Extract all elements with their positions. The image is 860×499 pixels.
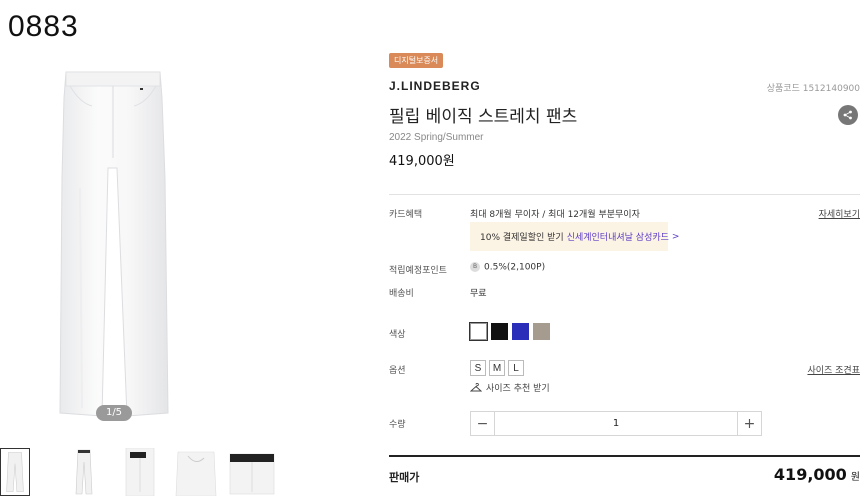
points-value-row: B 0.5%(2,100P) [470,262,545,273]
color-label: 색상 [389,330,406,340]
points-label: 적립예정포인트 [389,266,447,276]
digital-warranty-badge: 디지털보증서 [389,53,444,68]
pants-image [59,71,169,417]
thumbnail-1[interactable] [0,448,30,496]
product-title: 필립 베이직 스트레치 팬츠 [389,107,578,127]
thumbnail-4[interactable] [168,448,224,497]
color-swatches [469,322,550,341]
size-options: S M L [470,360,524,376]
divider [389,194,860,195]
product-info-panel: 디지털보증서 J.LINDEBERG 상품코드 1512140900 필립 베이… [389,0,860,499]
card-benefit-value: 최대 8개월 무이자 / 최대 12개월 부분무이자 [470,210,640,220]
promo-card-name: 신세계인터내셔날 삼성카드 [566,233,669,243]
product-price: 419,000원 [389,154,455,169]
size-guide-link[interactable]: 사이즈 조견표 [807,363,860,376]
quantity-decrease-button[interactable]: − [471,412,495,435]
color-swatch-white[interactable] [469,322,488,341]
brand-name[interactable]: J.LINDEBERG [389,79,481,93]
size-option-s[interactable]: S [470,360,486,376]
size-recommend-button[interactable]: 사이즈 추천 받기 [470,381,550,394]
product-code-heading: 0883 [8,10,79,43]
color-swatch-beige[interactable] [533,323,550,340]
quantity-stepper: − 1 + [470,411,762,436]
promo-text: 10% 결제일할인 받기 [480,233,564,243]
card-benefit-label: 카드혜택 [389,210,423,220]
total-price: 419,000 원 [774,465,860,484]
thumbnail-strip [0,447,280,497]
option-label: 옵션 [389,366,406,376]
share-icon [843,110,852,120]
quantity-value[interactable]: 1 [495,418,737,429]
shipping-value: 무료 [470,289,487,299]
product-code: 상품코드 1512140900 [766,84,860,94]
card-promo-banner[interactable]: 10% 결제일할인 받기 신세계인터내셔날 삼성카드 > [470,222,679,251]
quantity-label: 수량 [389,420,406,430]
color-swatch-blue[interactable] [512,323,529,340]
total-price-value: 419,000 [773,465,847,484]
total-divider [389,455,860,457]
season-label: 2022 Spring/Summer [389,132,484,143]
points-value: 0.5%(2,100P) [484,262,546,273]
share-button[interactable] [838,105,858,125]
total-price-label: 판매가 [389,471,420,484]
quantity-increase-button[interactable]: + [737,412,761,435]
total-price-unit: 원 [850,472,860,483]
size-recommend-label: 사이즈 추천 받기 [486,384,550,394]
shipping-label: 배송비 [389,289,414,299]
color-swatch-black[interactable] [491,323,508,340]
card-benefit-detail-link[interactable]: 자세히보기 [819,207,860,220]
thumbnail-5[interactable] [224,448,280,496]
size-option-m[interactable]: M [489,360,505,376]
image-page-indicator: 1/5 [96,405,132,421]
thumbnail-2[interactable] [56,448,112,496]
size-option-l[interactable]: L [508,360,524,376]
thumbnail-3[interactable] [112,447,168,497]
main-product-image[interactable]: 1/5 [0,58,230,428]
hanger-icon [470,382,482,391]
points-icon: B [470,262,480,272]
chevron-right-icon: > [671,231,680,242]
